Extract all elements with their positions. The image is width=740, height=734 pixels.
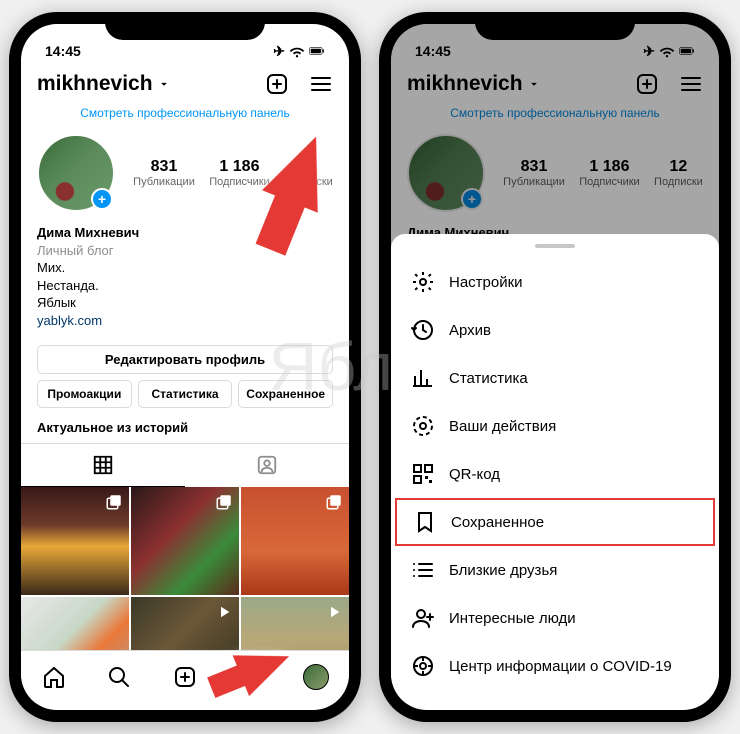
profile-header: mikhnevich — [21, 66, 349, 102]
wifi-icon — [289, 44, 305, 58]
create-button[interactable] — [265, 72, 289, 96]
bio-line: Мих. — [37, 259, 333, 277]
bottom-nav — [21, 650, 349, 710]
menu-activity[interactable]: Ваши действия — [391, 402, 719, 450]
stat-followers[interactable]: 1 186 Подписчики — [209, 158, 270, 188]
insights-button[interactable]: Статистика — [138, 380, 233, 408]
professional-dashboard-link[interactable]: Смотреть профессиональную панель — [21, 102, 349, 128]
menu-label: Настройки — [449, 274, 523, 291]
edit-profile-button[interactable]: Редактировать профиль — [37, 345, 333, 374]
list-icon — [411, 558, 435, 582]
menu-discover[interactable]: Интересные люди — [391, 594, 719, 642]
grid-icon — [92, 454, 114, 476]
carousel-icon — [105, 493, 123, 511]
menu-covid[interactable]: Центр информации о COVID-19 — [391, 642, 719, 690]
notch — [475, 12, 635, 40]
tab-grid[interactable] — [21, 444, 185, 487]
carousel-icon — [325, 493, 343, 511]
stat-followers-label: Подписчики — [209, 176, 270, 188]
grid-post[interactable] — [131, 487, 239, 595]
video-icon — [325, 603, 343, 621]
menu-label: Центр информации о COVID-19 — [449, 658, 672, 675]
menu-sheet: Настройки Архив Статистика — [391, 234, 719, 710]
stat-posts-value: 831 — [133, 158, 195, 176]
menu-label: Близкие друзья — [449, 562, 557, 579]
info-icon — [411, 654, 435, 678]
nav-home[interactable] — [41, 664, 67, 690]
nav-profile[interactable] — [303, 664, 329, 690]
menu-label: QR-код — [449, 466, 500, 483]
sheet-handle[interactable] — [535, 244, 575, 248]
bio: Дима Михневич Личный блог Мих. Нестанда.… — [21, 218, 349, 335]
bio-link[interactable]: yablyk.com — [37, 312, 333, 330]
menu-settings[interactable]: Настройки — [391, 258, 719, 306]
phone-right: 14:45 ✈ mikhnevich — [379, 12, 731, 722]
archive-icon — [411, 318, 435, 342]
status-time: 14:45 — [45, 43, 81, 59]
bio-line: Нестанда. — [37, 277, 333, 295]
chart-icon — [411, 366, 435, 390]
menu-saved[interactable]: Сохраненное — [395, 498, 715, 546]
video-icon — [215, 603, 233, 621]
grid-post[interactable] — [241, 487, 349, 595]
chevron-down-icon — [157, 77, 171, 91]
phone-left: 14:45 ✈ mikhnevich — [9, 12, 361, 722]
nav-create[interactable] — [172, 664, 198, 690]
saved-button[interactable]: Сохраненное — [238, 380, 333, 408]
stat-posts[interactable]: 831 Публикации — [133, 158, 195, 188]
carousel-icon — [215, 493, 233, 511]
profile-tabs — [21, 443, 349, 487]
activity-icon — [411, 414, 435, 438]
stat-posts-label: Публикации — [133, 176, 195, 188]
menu-label: Архив — [449, 322, 491, 339]
menu-archive[interactable]: Архив — [391, 306, 719, 354]
highlights-title: Актуальное из историй — [21, 408, 349, 443]
qr-icon — [411, 462, 435, 486]
promotions-button[interactable]: Промоакции — [37, 380, 132, 408]
stat-followers-value: 1 186 — [209, 158, 270, 176]
menu-label: Сохраненное — [451, 514, 544, 531]
airplane-icon: ✈ — [273, 43, 285, 60]
add-story-badge[interactable]: + — [91, 188, 113, 210]
tagged-icon — [256, 454, 278, 476]
menu-button[interactable] — [309, 72, 333, 96]
menu-insights[interactable]: Статистика — [391, 354, 719, 402]
notch — [105, 12, 265, 40]
username-label: mikhnevich — [37, 72, 153, 96]
gear-icon — [411, 270, 435, 294]
username-switcher[interactable]: mikhnevich — [37, 72, 171, 96]
menu-label: Интересные люди — [449, 610, 576, 627]
profile-avatar[interactable]: + — [37, 134, 115, 212]
person-add-icon — [411, 606, 435, 630]
menu-label: Статистика — [449, 370, 528, 387]
bio-line: Яблык — [37, 294, 333, 312]
tab-tagged[interactable] — [185, 444, 349, 487]
battery-icon — [309, 44, 325, 58]
grid-post[interactable] — [21, 487, 129, 595]
menu-close-friends[interactable]: Близкие друзья — [391, 546, 719, 594]
nav-search[interactable] — [106, 664, 132, 690]
menu-label: Ваши действия — [449, 418, 556, 435]
menu-qr[interactable]: QR-код — [391, 450, 719, 498]
bookmark-icon — [413, 510, 437, 534]
